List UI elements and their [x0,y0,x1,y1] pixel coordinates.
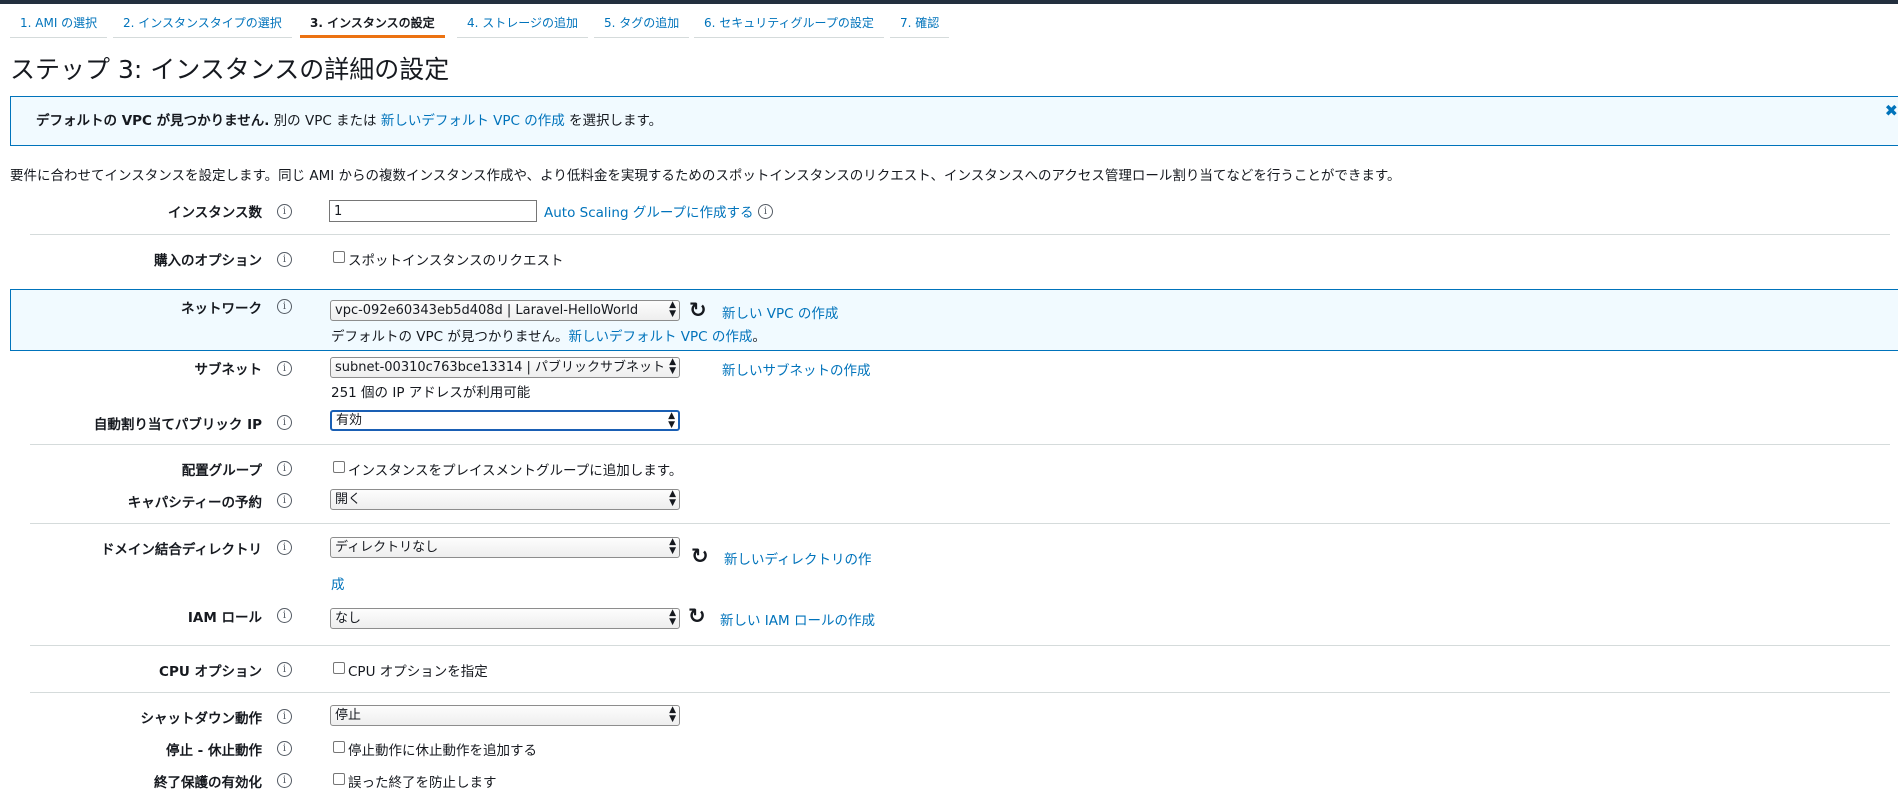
shutdown-select-value: 停止 [335,708,362,723]
top-bar [0,0,1898,4]
refresh-icon[interactable]: ↻ [688,606,706,627]
banner-text: 別の VPC または [269,113,381,129]
placement-group-checkbox-label: インスタンスをプレイスメントグループに追加します。 [348,463,683,479]
domain-directory-select[interactable]: ディレクトリなし ▲ ▼ [330,537,680,558]
page-description: 要件に合わせてインスタンスを設定します。同じ AMI からの複数インスタンス作成… [10,168,1401,184]
network-label: ネットワーク [181,301,262,317]
info-icon[interactable]: i [758,204,773,219]
cpu-options-label: CPU オプション [159,664,262,680]
public-ip-select-value: 有効 [336,413,363,428]
info-icon[interactable]: i [277,773,292,788]
subnet-select[interactable]: subnet-00310c763bce13314 | パブリックサブネット ▲ ▼ [330,357,680,378]
select-arrows-icon: ▲ ▼ [669,537,676,556]
spot-instance-label: スポットインスタンスのリクエスト [348,253,564,269]
refresh-icon[interactable]: ↻ [691,546,709,567]
select-arrows-icon: ▲ ▼ [669,489,676,508]
instance-count-input[interactable] [329,200,537,222]
info-icon[interactable]: i [277,461,292,476]
tab-instance-type[interactable]: 2. インスタンスタイプの選択 [113,12,292,38]
select-arrows-icon: ▲ ▼ [669,300,676,319]
select-arrows-icon: ▲ ▼ [668,411,675,430]
divider [30,645,1890,646]
iam-role-select[interactable]: なし ▲ ▼ [330,608,680,629]
select-arrows-icon: ▲ ▼ [669,608,676,627]
shutdown-behavior-select[interactable]: 停止 ▲ ▼ [330,705,680,726]
placement-group-label: 配置グループ [181,463,262,479]
no-default-vpc-banner: デフォルトの VPC が見つかりません. 別の VPC または 新しいデフォルト… [10,96,1898,146]
iam-role-label: IAM ロール [187,610,262,626]
capacity-reservation-label: キャパシティーの予約 [127,495,262,511]
purchase-option-label: 購入のオプション [154,253,262,269]
domain-directory-select-value: ディレクトリなし [335,540,439,555]
create-directory-link-cont[interactable]: 成 [331,573,345,593]
select-arrows-icon: ▲ ▼ [669,357,676,376]
create-iam-role-link[interactable]: 新しい IAM ロールの作成 [720,609,875,629]
hibernate-checkbox[interactable] [333,741,345,753]
network-select[interactable]: vpc-092e60343eb5d408d | Laravel-HelloWor… [330,300,680,321]
capacity-select-value: 開く [335,492,362,507]
subnet-ip-available: 251 個の IP アドレスが利用可能 [331,385,531,401]
cpu-options-checkbox[interactable] [333,662,345,674]
close-icon[interactable]: ✖ [1885,97,1898,125]
info-icon[interactable]: i [277,204,292,219]
tab-configure-instance[interactable]: 3. インスタンスの設定 [300,12,445,38]
network-section [10,289,1898,351]
instance-count-label: インスタンス数 [168,205,262,221]
select-arrows-icon: ▲ ▼ [669,705,676,724]
tab-tags[interactable]: 5. タグの追加 [594,12,690,38]
termination-protection-checkbox-label: 誤った終了を防止します [348,775,497,791]
subnet-label: サブネット [194,362,263,378]
create-subnet-link[interactable]: 新しいサブネットの作成 [722,359,871,379]
tab-storage[interactable]: 4. ストレージの追加 [457,12,589,38]
hibernate-checkbox-label: 停止動作に休止動作を追加する [348,743,537,759]
network-note: デフォルトの VPC が見つかりません。新しいデフォルト VPC の作成。 [331,325,766,345]
placement-group-checkbox[interactable] [333,461,345,473]
create-default-vpc-link[interactable]: 新しいデフォルト VPC の作成 [381,113,565,129]
network-note-end: 。 [752,329,766,345]
auto-scaling-link[interactable]: Auto Scaling グループに作成する [544,201,754,221]
iam-role-select-value: なし [335,611,362,626]
public-ip-label: 自動割り当てパブリック IP [93,417,262,433]
hibernate-label: 停止 - 休止動作 [165,743,262,759]
info-icon[interactable]: i [277,415,292,430]
domain-directory-label: ドメイン結合ディレクトリ [100,542,262,558]
divider [30,523,1890,524]
spot-instance-checkbox[interactable] [333,251,345,263]
tab-review[interactable]: 7. 確認 [890,12,950,38]
info-icon[interactable]: i [277,299,292,314]
info-icon[interactable]: i [277,540,292,555]
termination-protection-label: 終了保護の有効化 [154,775,262,791]
create-directory-link[interactable]: 新しいディレクトリの作 [724,548,872,568]
subnet-select-value: subnet-00310c763bce13314 | パブリックサブネット [335,360,666,375]
public-ip-select[interactable]: 有効 ▲ ▼ [330,410,680,431]
info-icon[interactable]: i [277,709,292,724]
info-icon[interactable]: i [277,493,292,508]
termination-protection-checkbox[interactable] [333,773,345,785]
banner-bold-text: デフォルトの VPC が見つかりません. [36,113,270,129]
create-vpc-link[interactable]: 新しい VPC の作成 [722,302,838,322]
tab-ami[interactable]: 1. AMI の選択 [10,12,108,38]
page-title: ステップ 3: インスタンスの詳細の設定 [10,55,450,84]
cpu-options-checkbox-label: CPU オプションを指定 [348,664,488,680]
info-icon[interactable]: i [277,608,292,623]
banner-end-text: を選択します。 [564,113,663,129]
divider [30,444,1890,445]
info-icon[interactable]: i [277,252,292,267]
info-icon[interactable]: i [277,741,292,756]
network-select-value: vpc-092e60343eb5d408d | Laravel-HelloWor… [335,303,639,318]
refresh-icon[interactable]: ↻ [689,300,707,321]
divider [30,234,1890,235]
network-note-text: デフォルトの VPC が見つかりません。 [331,329,569,345]
capacity-reservation-select[interactable]: 開く ▲ ▼ [330,489,680,510]
info-icon[interactable]: i [277,662,292,677]
divider [30,692,1890,693]
shutdown-behavior-label: シャットダウン動作 [140,711,263,727]
create-default-vpc-link-inline[interactable]: 新しいデフォルト VPC の作成 [568,329,752,345]
tab-security-group[interactable]: 6. セキュリティグループの設定 [694,12,884,38]
info-icon[interactable]: i [277,361,292,376]
